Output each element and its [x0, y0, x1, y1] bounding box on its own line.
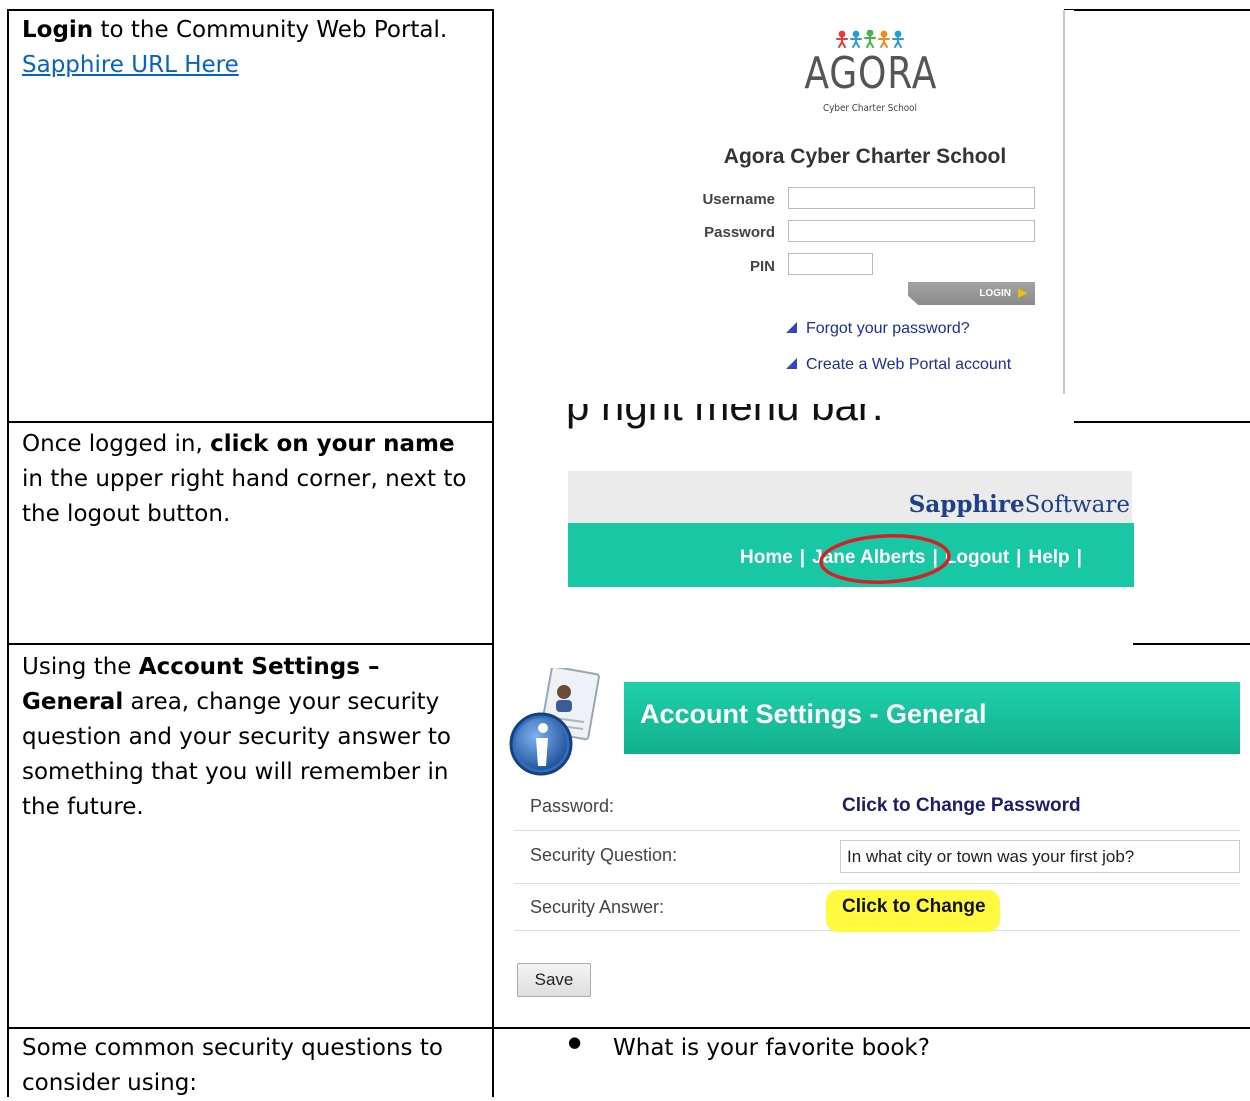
security-answer-label: Security Answer: — [530, 897, 665, 917]
row-divider-2-right — [1133, 643, 1250, 645]
row-divider-3 — [7, 1027, 1250, 1029]
login-panel-divider — [1063, 10, 1065, 394]
row1-text: Login to the Community Web Portal. Sapph… — [22, 13, 482, 83]
change-answer-link[interactable]: Click to Change — [842, 896, 986, 918]
row-divider-2-left — [7, 643, 494, 645]
red-circle-annotation — [819, 534, 951, 584]
row3-text: Using the Account Settings – General are… — [22, 650, 482, 825]
account-settings-title: Account Settings - General — [640, 699, 987, 729]
sapphire-logo: SapphireSoftware — [908, 491, 1130, 518]
security-question-input[interactable]: In what city or town was your first job? — [840, 840, 1240, 873]
row2-after: in the upper right hand corner, next to … — [22, 466, 467, 527]
row2-before: Once logged in, — [22, 431, 211, 457]
login-button[interactable]: LOGIN ▶ — [908, 282, 1035, 305]
account-info-icon — [509, 668, 600, 776]
school-name-heading: Agora Cyber Charter School — [723, 145, 1007, 168]
cropped-heading: p right menu bar: — [566, 404, 884, 429]
login-button-label: LOGIN — [979, 288, 1011, 299]
triangle-bullet-icon — [786, 322, 797, 333]
table-left-border — [7, 9, 9, 1097]
table-top-border-left — [7, 9, 494, 11]
people-logo-icon — [836, 30, 904, 48]
pin-label: PIN — [749, 258, 775, 275]
forgot-password-text: Forgot your password? — [806, 320, 970, 337]
password-input[interactable] — [788, 220, 1035, 242]
username-label: Username — [702, 191, 775, 208]
change-password-link[interactable]: Click to Change Password — [842, 795, 1081, 817]
sapphire-header: SapphireSoftware — [568, 471, 1132, 523]
triangle-bullet-icon — [786, 358, 797, 369]
forgot-password-link[interactable]: Forgot your password? — [786, 320, 970, 338]
bullet-dot-icon: ● — [568, 1033, 582, 1051]
row3-before: Using the — [22, 654, 139, 680]
password-field-label: Password: — [530, 796, 615, 816]
menu-help[interactable]: Help — [1028, 547, 1069, 568]
row4-label: Some common security questions to consid… — [22, 1035, 443, 1096]
bullet-item: What is your favorite book? — [613, 1035, 930, 1061]
menu-home[interactable]: Home — [740, 547, 793, 568]
row-divider-1-left — [7, 421, 494, 423]
pin-input[interactable] — [788, 253, 873, 275]
sapphire-url-link[interactable]: Sapphire URL Here — [22, 52, 239, 78]
security-question-label: Security Question: — [530, 845, 678, 865]
password-label: Password — [704, 224, 775, 241]
arrow-right-icon: ▶ — [1018, 287, 1027, 299]
row-divider-1-right — [1074, 421, 1250, 423]
row4-text: Some common security questions to consid… — [22, 1031, 482, 1101]
table-top-border-right — [1064, 9, 1250, 11]
create-account-text: Create a Web Portal account — [806, 356, 1012, 373]
row2-text: Once logged in, click on your name in th… — [22, 427, 482, 532]
create-account-link[interactable]: Create a Web Portal account — [786, 356, 1011, 374]
row1-bold: Login — [22, 17, 94, 43]
agora-logo-text: AGORA — [804, 48, 938, 99]
username-input[interactable] — [788, 187, 1035, 209]
agora-logo-subtitle: Cyber Charter School — [823, 103, 917, 114]
row2-bold: click on your name — [210, 431, 455, 457]
save-button[interactable]: Save — [517, 963, 591, 997]
row1-rest: to the Community Web Portal. — [93, 17, 448, 43]
